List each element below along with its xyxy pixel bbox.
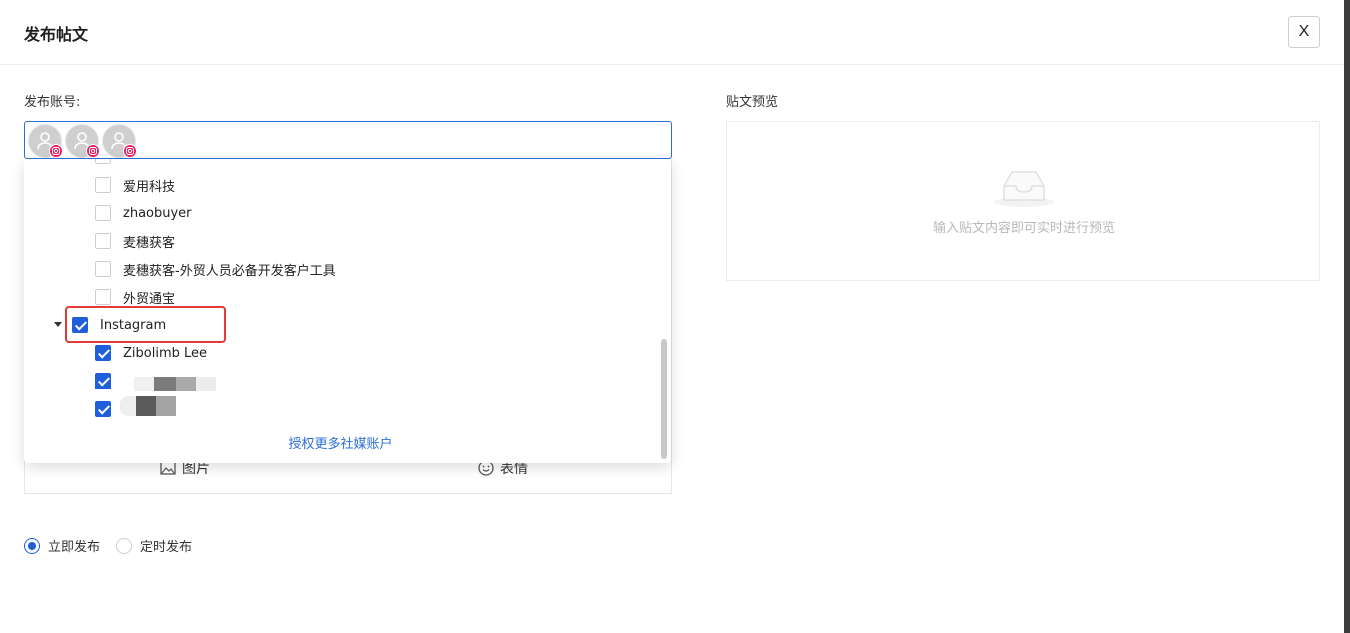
instagram-badge-icon [123,144,137,158]
checkbox[interactable] [95,261,111,277]
radio-immediate-label[interactable]: 立即发布 [48,536,100,555]
instagram-badge-icon [49,144,63,158]
account-option[interactable]: 麦穗获客 [95,227,175,255]
dialog-header: 发布帖文 X [0,0,1344,65]
redacted-label [120,396,136,416]
account-option-label: 外贸通宝 [123,291,176,307]
account-option[interactable] [95,395,111,423]
account-option-label: 爱用科技 [123,179,176,195]
radio-immediate[interactable] [24,537,40,554]
account-option-label: 麦穗获客 [123,235,176,251]
account-option[interactable]: zhaobuyer [95,199,192,227]
checkbox[interactable] [95,205,111,221]
highlight-annotation [65,306,226,343]
empty-inbox-icon [994,171,1054,207]
avatar[interactable] [28,124,63,158]
checkbox-checked[interactable] [95,373,111,389]
account-option[interactable]: Zibolimb Lee [95,339,207,367]
publish-mode-group: 立即发布 定时发布 [24,536,208,555]
list-item [95,159,111,164]
expand-caret-icon[interactable] [54,322,62,327]
dropdown-scrollbar[interactable] [657,159,671,463]
preview-empty-hint: 输入贴文内容即可实时进行预览 [932,221,1115,236]
dialog-title: 发布帖文 [24,25,89,44]
scrollbar-thumb[interactable] [661,339,667,459]
account-select-input[interactable] [24,121,672,159]
account-option[interactable]: 麦穗获客-外贸人员必备开发客户工具 [95,255,336,283]
checkbox[interactable] [95,177,111,193]
redacted-label [176,377,196,391]
account-option-label: 麦穗获客-外贸人员必备开发客户工具 [123,263,336,279]
avatar[interactable] [102,124,137,158]
redacted-label [156,396,176,416]
redacted-label [134,377,154,391]
checkbox-checked[interactable] [95,345,111,361]
account-label: 发布账号: [24,95,81,110]
account-option[interactable] [95,367,111,395]
checkbox[interactable] [95,159,111,164]
radio-scheduled[interactable] [116,537,133,554]
instagram-badge-icon [86,144,100,158]
checkbox-checked[interactable] [95,401,111,417]
window-edge [1344,0,1350,633]
checkbox[interactable] [95,289,111,305]
preview-label: 贴文预览 [726,95,779,110]
preview-panel: 输入贴文内容即可实时进行预览 [726,121,1320,281]
account-option[interactable]: 爱用科技 [95,171,175,199]
redacted-label [154,377,176,391]
redacted-label [196,377,216,391]
account-option-label: zhaobuyer [123,205,192,221]
account-dropdown: 爱用科技 zhaobuyer 麦穗获客 麦穗获客-外贸人员必备开发客户工具 外贸… [24,159,671,463]
account-option-label: Zibolimb Lee [123,345,208,361]
redacted-label [136,396,156,416]
close-button[interactable]: X [1288,16,1320,48]
image-icon [160,461,176,475]
checkbox[interactable] [95,233,111,249]
authorize-more-accounts-link[interactable]: 授权更多社媒账户 [24,433,657,452]
radio-scheduled-label[interactable]: 定时发布 [140,536,192,555]
avatar[interactable] [65,124,100,158]
